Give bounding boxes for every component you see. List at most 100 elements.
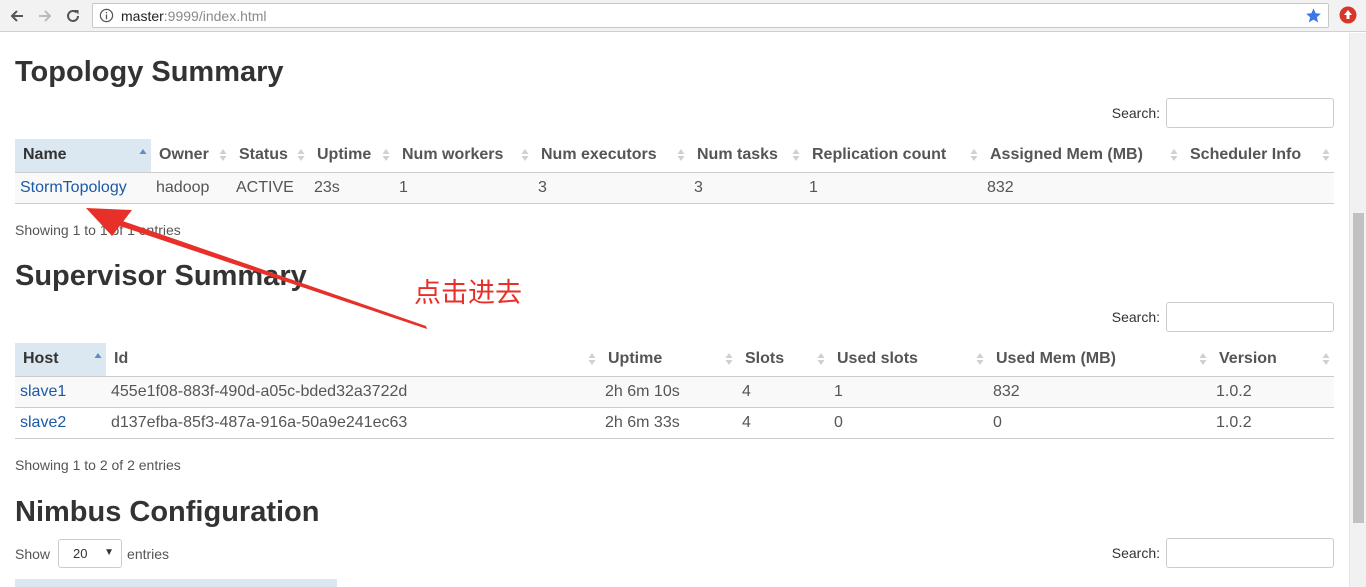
table-row: StormTopology hadoop ACTIVE 23s 1 3 3 1 832 <box>15 172 1334 204</box>
column-header-host[interactable]: Host <box>15 343 106 377</box>
sort-icon <box>588 353 596 365</box>
column-header-label: Assigned Mem (MB) <box>990 146 1143 164</box>
column-header-label: Status <box>239 146 288 164</box>
column-header-used-slots[interactable]: Used slots <box>829 343 988 377</box>
sort-ascending-icon <box>139 149 147 154</box>
column-header-used-mem-mb[interactable]: Used Mem (MB) <box>988 343 1211 377</box>
sort-icon <box>1170 149 1178 161</box>
cell-num-executors: 3 <box>533 172 689 204</box>
show-label: Show <box>15 545 51 562</box>
address-bar[interactable]: master:9999/index.html <box>92 3 1329 28</box>
column-header-label: Id <box>114 350 129 368</box>
sort-icon <box>792 149 800 161</box>
column-header-label: Version <box>1219 350 1277 368</box>
sort-icon <box>1322 149 1330 161</box>
forward-arrow-icon <box>39 10 52 22</box>
info-icon[interactable] <box>99 8 114 23</box>
column-header-scheduler-info[interactable]: Scheduler Info <box>1182 139 1334 173</box>
cell-used-slots: 1 <box>829 376 988 408</box>
page-length-select[interactable]: 20 ▼ <box>58 539 123 568</box>
supervisor-table-info: Showing 1 to 2 of 2 entries <box>15 457 181 473</box>
column-header-label: Used Mem (MB) <box>996 350 1117 368</box>
back-button[interactable] <box>6 5 28 27</box>
cell-replication-count: 1 <box>804 172 982 204</box>
column-header-label: Scheduler Info <box>1190 146 1302 164</box>
reload-button[interactable] <box>62 5 84 27</box>
cell-num-workers: 1 <box>394 172 533 204</box>
nimbus-table-header-stub <box>15 579 337 587</box>
nimbus-search-label: Search: <box>1111 545 1160 561</box>
cell-owner: hadoop <box>151 172 231 204</box>
sort-ascending-icon <box>94 353 102 358</box>
forward-button[interactable] <box>34 5 56 27</box>
topology-link[interactable]: StormTopology <box>20 179 127 196</box>
column-header-label: Used slots <box>837 350 918 368</box>
supervisor-table: Host Id Uptime Slots Used slots Used Mem (MB)… <box>15 343 1334 439</box>
column-header-replication-count[interactable]: Replication count <box>804 139 982 173</box>
column-header-label: Owner <box>159 146 209 164</box>
sort-icon <box>219 149 227 161</box>
extension-icon[interactable] <box>1339 6 1357 24</box>
sort-icon <box>817 353 825 365</box>
topology-summary-title: Topology Summary <box>15 56 284 88</box>
column-header-name[interactable]: Name <box>15 139 151 173</box>
sort-icon <box>976 353 984 365</box>
column-header-label: Uptime <box>317 146 372 164</box>
column-header-uptime[interactable]: Uptime <box>600 343 737 377</box>
cell-uptime: 2h 6m 10s <box>600 376 737 408</box>
cell-host: slave1 <box>15 376 106 408</box>
topology-search: Search: <box>1112 98 1334 128</box>
cell-slots: 4 <box>737 407 829 439</box>
column-header-owner[interactable]: Owner <box>151 139 231 173</box>
column-header-slots[interactable]: Slots <box>737 343 829 377</box>
column-header-uptime[interactable]: Uptime <box>309 139 394 173</box>
column-header-label: Num executors <box>541 146 657 164</box>
cell-slots: 4 <box>737 376 829 408</box>
column-header-num-workers[interactable]: Num workers <box>394 139 533 173</box>
cell-version: 1.0.2 <box>1211 407 1334 439</box>
annotation-text: 点击进去 <box>414 278 522 309</box>
cell-uptime: 23s <box>309 172 394 204</box>
sort-icon <box>970 149 978 161</box>
sort-icon <box>382 149 390 161</box>
cell-uptime: 2h 6m 33s <box>600 407 737 439</box>
host-link[interactable]: slave1 <box>20 383 66 400</box>
column-header-label: Num tasks <box>697 146 778 164</box>
column-header-label: Replication count <box>812 146 947 164</box>
column-header-id[interactable]: Id <box>106 343 600 377</box>
supervisor-search-input[interactable] <box>1166 302 1334 332</box>
nimbus-search-input[interactable] <box>1166 538 1334 568</box>
column-header-label: Uptime <box>608 350 663 368</box>
page-length-value: 20 <box>73 546 88 561</box>
topology-search-input[interactable] <box>1166 98 1334 128</box>
scrollbar-thumb[interactable] <box>1353 213 1364 523</box>
cell-id: d137efba-85f3-487a-916a-50a9e241ec63 <box>106 407 600 439</box>
sort-icon <box>1199 353 1207 365</box>
column-header-label: Num workers <box>402 146 504 164</box>
table-row: slave2 d137efba-85f3-487a-916a-50a9e241ec… <box>15 407 1334 439</box>
cell-num-tasks: 3 <box>689 172 804 204</box>
column-header-status[interactable]: Status <box>231 139 309 173</box>
table-row: slave1 455e1f08-883f-490d-a05c-bded32a372… <box>15 376 1334 408</box>
topology-table-header: Name Owner Status Uptime Num workers Num exec… <box>15 139 1334 173</box>
cell-assigned-mem-mb: 832 <box>982 172 1182 204</box>
page-scrollbar[interactable] <box>1349 33 1366 587</box>
column-header-version[interactable]: Version <box>1211 343 1334 377</box>
column-header-num-executors[interactable]: Num executors <box>533 139 689 173</box>
column-header-label: Host <box>23 350 59 368</box>
bookmark-star-icon[interactable] <box>1305 7 1322 24</box>
column-header-num-tasks[interactable]: Num tasks <box>689 139 804 173</box>
cell-version: 1.0.2 <box>1211 376 1334 408</box>
topology-table-info: Showing 1 to 1 of 1 entries <box>15 222 181 238</box>
url-text: master:9999/index.html <box>121 8 267 24</box>
column-header-assigned-mem-mb[interactable]: Assigned Mem (MB) <box>982 139 1182 173</box>
supervisor-search-label: Search: <box>1111 309 1160 325</box>
supervisor-summary-title: Supervisor Summary <box>15 260 307 292</box>
cell-status: ACTIVE <box>231 172 309 204</box>
nimbus-search: Search: <box>1112 538 1334 568</box>
sort-icon <box>1322 353 1330 365</box>
chevron-down-icon: ▼ <box>104 547 115 558</box>
sort-icon <box>677 149 685 161</box>
sort-icon <box>725 353 733 365</box>
host-link[interactable]: slave2 <box>20 414 66 431</box>
